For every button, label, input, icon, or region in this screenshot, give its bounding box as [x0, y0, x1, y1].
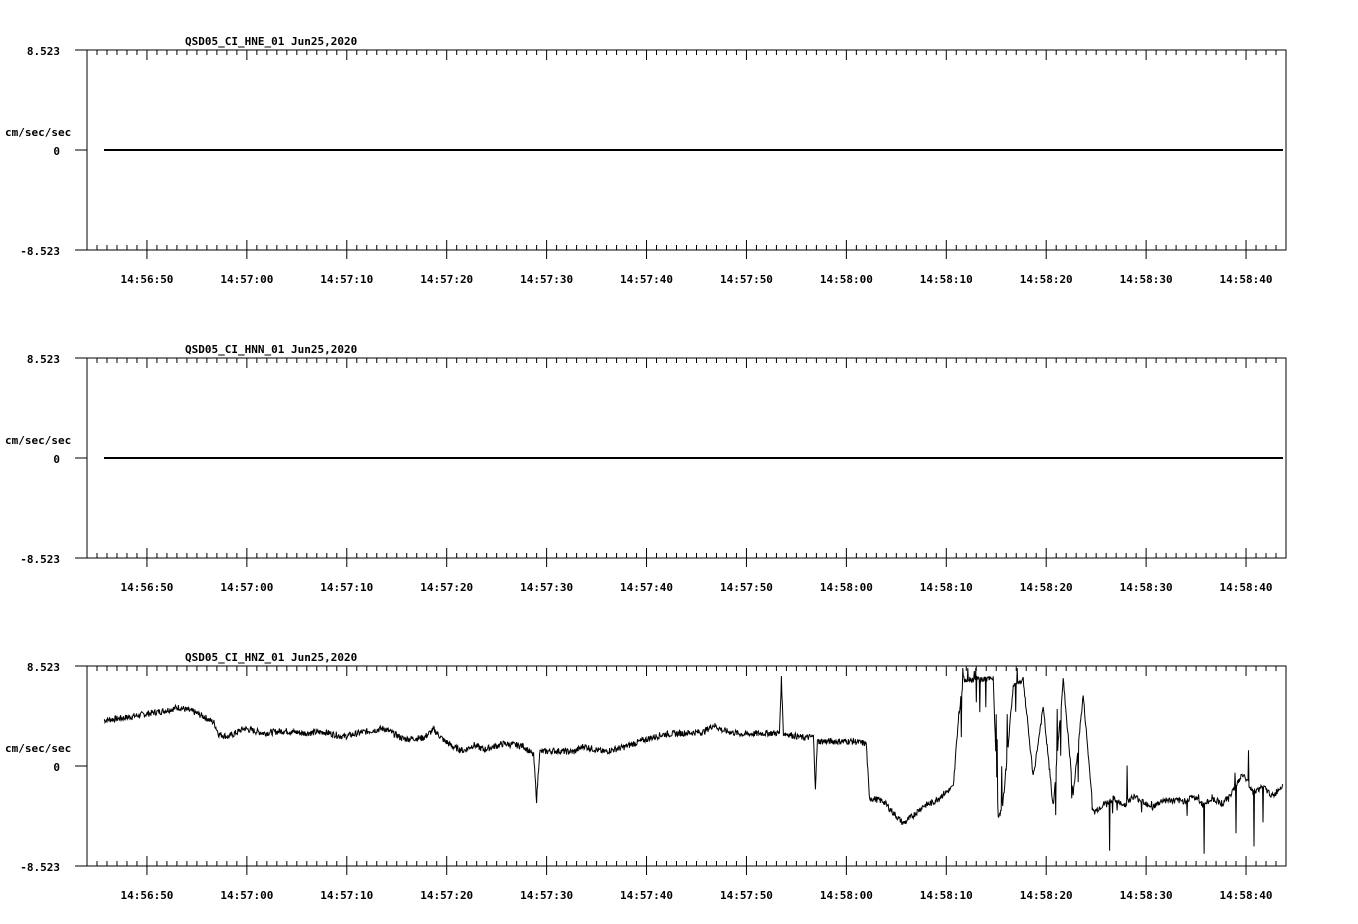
x-tick-label: 14:58:10	[920, 273, 973, 286]
x-tick-label: 14:58:00	[820, 273, 873, 286]
y-tick-zero: 0	[53, 761, 60, 774]
x-tick-label: 14:58:10	[920, 581, 973, 594]
x-tick-label: 14:57:30	[520, 581, 573, 594]
x-tick-label: 14:58:30	[1120, 889, 1173, 902]
x-tick-label: 14:57:20	[420, 581, 473, 594]
y-tick-zero: 0	[53, 453, 60, 466]
x-tick-label: 14:58:00	[820, 889, 873, 902]
x-tick-label: 14:58:40	[1220, 889, 1273, 902]
y-tick-bottom: -8.523	[20, 861, 60, 874]
x-ticks	[75, 49, 1287, 259]
y-axis-label: cm/sec/sec	[5, 126, 71, 139]
y-tick-bottom: -8.523	[20, 553, 60, 566]
x-tick-label: 14:58:40	[1220, 273, 1273, 286]
x-tick-label: 14:57:00	[220, 273, 273, 286]
x-tick-label: 14:57:50	[720, 581, 773, 594]
x-tick-label: 14:57:10	[320, 581, 373, 594]
x-tick-label: 14:58:30	[1120, 273, 1173, 286]
panel-title: QSD05_CI_HNZ_01 Jun25,2020	[185, 651, 357, 664]
x-tick-labels: 14:56:50 14:57:00 14:57:10 14:57:20 14:57:30…	[120, 581, 1272, 594]
plot-frame	[86, 665, 1287, 867]
y-tick-top: 8.523	[27, 45, 60, 58]
x-tick-label: 14:58:00	[820, 581, 873, 594]
x-ticks	[75, 665, 1287, 875]
x-tick-label: 14:57:20	[420, 273, 473, 286]
seismogram-figure: QSD05_CI_HNE_01 Jun25,2020 cm/sec/sec 8.…	[5, 35, 1287, 902]
panel-hne: QSD05_CI_HNE_01 Jun25,2020 cm/sec/sec 8.…	[5, 35, 1287, 286]
x-tick-label: 14:57:40	[620, 889, 673, 902]
x-tick-label: 14:57:40	[620, 273, 673, 286]
y-tick-bottom: -8.523	[20, 245, 60, 258]
x-tick-label: 14:58:10	[920, 889, 973, 902]
x-tick-label: 14:56:50	[120, 889, 173, 902]
trace-line-hnz	[103, 667, 1284, 854]
x-tick-label: 14:56:50	[120, 581, 173, 594]
x-tick-label: 14:57:20	[420, 889, 473, 902]
y-tick-top: 8.523	[27, 661, 60, 674]
x-tick-label: 14:57:50	[720, 273, 773, 286]
x-tick-label: 14:57:00	[220, 581, 273, 594]
x-ticks	[75, 357, 1287, 567]
y-tick-zero: 0	[53, 145, 60, 158]
panel-title: QSD05_CI_HNN_01 Jun25,2020	[185, 343, 357, 356]
x-tick-label: 14:58:20	[1020, 273, 1073, 286]
x-tick-labels: 14:56:50 14:57:00 14:57:10 14:57:20 14:57:30…	[120, 273, 1272, 286]
y-axis-label: cm/sec/sec	[5, 434, 71, 447]
x-tick-label: 14:58:40	[1220, 581, 1273, 594]
x-tick-label: 14:58:30	[1120, 581, 1173, 594]
x-tick-label: 14:57:10	[320, 273, 373, 286]
x-tick-label: 14:57:50	[720, 889, 773, 902]
panel-title: QSD05_CI_HNE_01 Jun25,2020	[185, 35, 357, 48]
panel-hnn: QSD05_CI_HNN_01 Jun25,2020 cm/sec/sec 8.…	[5, 343, 1287, 594]
panel-hnz: QSD05_CI_HNZ_01 Jun25,2020 cm/sec/sec 8.…	[5, 651, 1287, 902]
x-tick-label: 14:56:50	[120, 273, 173, 286]
y-tick-top: 8.523	[27, 353, 60, 366]
x-tick-label: 14:57:40	[620, 581, 673, 594]
x-tick-labels: 14:56:50 14:57:00 14:57:10 14:57:20 14:57:30…	[120, 889, 1272, 902]
x-tick-label: 14:57:30	[520, 273, 573, 286]
x-tick-label: 14:57:10	[320, 889, 373, 902]
x-tick-label: 14:58:20	[1020, 581, 1073, 594]
x-tick-label: 14:57:30	[520, 889, 573, 902]
x-tick-label: 14:58:20	[1020, 889, 1073, 902]
y-axis-label: cm/sec/sec	[5, 742, 71, 755]
x-tick-label: 14:57:00	[220, 889, 273, 902]
